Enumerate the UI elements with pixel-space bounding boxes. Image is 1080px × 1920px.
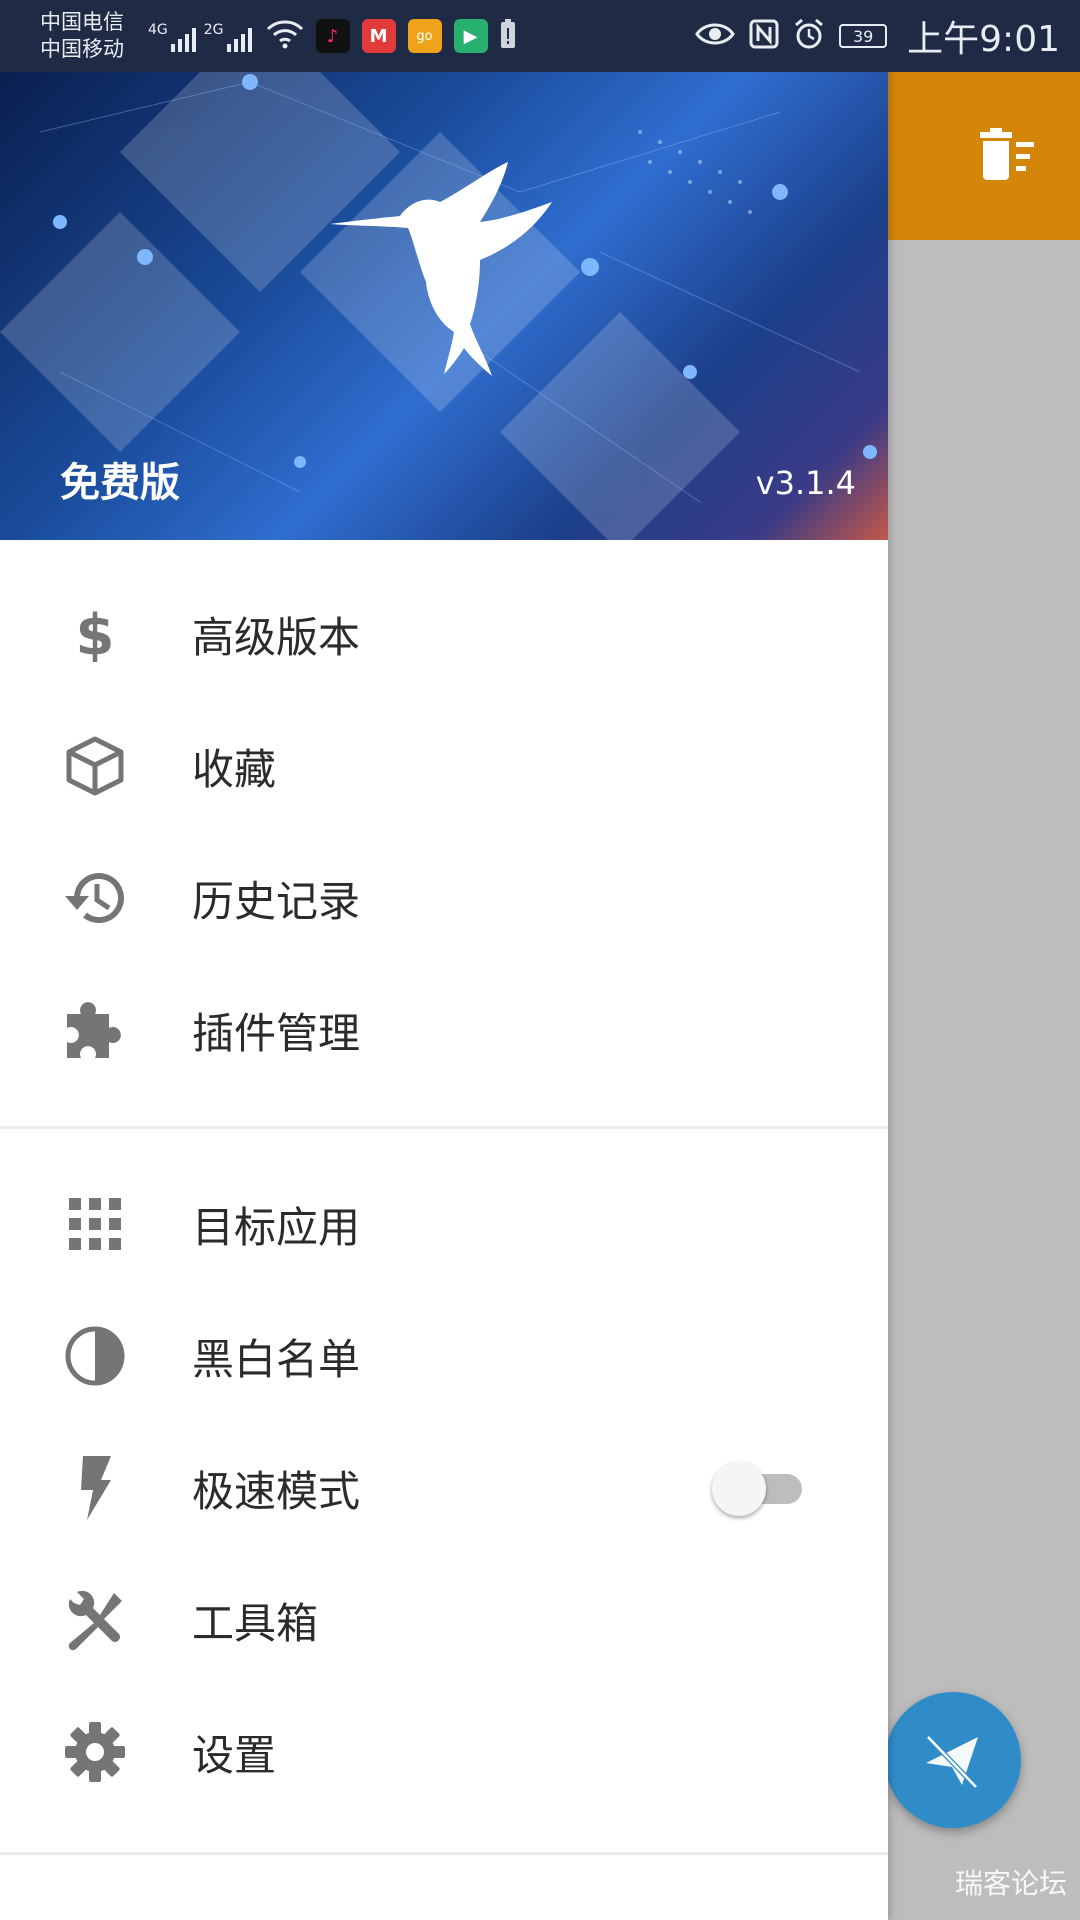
carrier-primary: 中国电信 [40, 10, 124, 34]
speed-mode-toggle[interactable] [712, 1458, 808, 1518]
menu-item-target-apps[interactable]: 目标应用 [0, 1158, 888, 1290]
app-go-icon: go [407, 19, 442, 53]
menu-item-premium[interactable]: $ 高级版本 [0, 568, 888, 700]
battery-level: 39 [852, 26, 874, 46]
puzzle-icon [62, 997, 128, 1063]
delete-sweep-icon[interactable] [976, 128, 1040, 188]
dollar-icon: $ [62, 601, 128, 667]
menu-label: 黑白名单 [192, 1334, 361, 1384]
menu-group-primary: $ 高级版本 收藏 历史记录 插件管理 [0, 568, 888, 1096]
status-clock: 上午9:01 [907, 19, 1060, 60]
edition-label: 免费版 [60, 460, 180, 506]
menu-label: 工具箱 [192, 1598, 319, 1648]
tools-icon [62, 1587, 128, 1653]
flash-icon [62, 1455, 128, 1521]
drawer-header: 免费版 v3.1.4 [0, 72, 888, 540]
signal-icon: 2G [204, 20, 252, 52]
menu-label: 极速模式 [192, 1466, 361, 1516]
menu-item-history[interactable]: 历史记录 [0, 832, 888, 964]
half-circle-icon [62, 1323, 128, 1389]
apps-grid-icon [62, 1191, 128, 1257]
navigation-drawer: 免费版 v3.1.4 $ 高级版本 收藏 历史记录 插件管理 目标应用 黑白名单… [0, 0, 888, 1920]
version-label: v3.1.4 [755, 464, 856, 502]
send-off-icon [926, 1735, 978, 1789]
menu-item-toolbox[interactable]: 工具箱 [0, 1554, 888, 1686]
menu-divider [0, 1126, 888, 1129]
menu-label: 目标应用 [192, 1202, 361, 1252]
menu-item-blacklist[interactable]: 黑白名单 [0, 1290, 888, 1422]
menu-group-secondary: 目标应用 黑白名单 极速模式 工具箱 设置 [0, 1158, 888, 1818]
status-bar: 中国电信 中国移动 4G 2G ♪ M go ▶ 39 上午9:01 [0, 0, 1080, 72]
menu-label: 收藏 [192, 744, 277, 794]
carrier-secondary: 中国移动 [40, 37, 124, 61]
status-right-group: 39 上午9:01 [695, 10, 1060, 62]
toggle-thumb [712, 1462, 766, 1516]
menu-label: 高级版本 [192, 612, 361, 662]
history-icon [62, 865, 128, 931]
nfc-icon [749, 19, 779, 53]
menu-divider [0, 1852, 888, 1855]
menu-item-plugins[interactable]: 插件管理 [0, 964, 888, 1096]
battery-icon: 39 [839, 24, 888, 48]
app-m-icon: M [361, 19, 396, 53]
gear-icon [62, 1719, 128, 1785]
svg-text:$: $ [76, 606, 115, 662]
eye-comfort-icon [695, 20, 735, 52]
hummingbird-logo [330, 162, 552, 376]
signal-icon: 4G [148, 20, 196, 52]
network-type: 4G [148, 22, 168, 38]
wifi-icon [266, 19, 304, 53]
play-icon: ▶ [453, 19, 488, 53]
carrier-names: 中国电信 中国移动 [40, 9, 140, 63]
menu-item-settings[interactable]: 设置 [0, 1686, 888, 1818]
cube-icon [62, 733, 128, 799]
menu-label: 设置 [192, 1730, 277, 1780]
battery-alert-icon [500, 19, 516, 53]
menu-item-speed-mode[interactable]: 极速模式 [0, 1422, 888, 1554]
menu-label: 插件管理 [192, 1008, 361, 1058]
send-fab-button[interactable] [885, 1692, 1021, 1828]
menu-item-favorites[interactable]: 收藏 [0, 700, 888, 832]
tiktok-icon: ♪ [315, 19, 350, 53]
alarm-icon [793, 18, 825, 54]
menu-label: 历史记录 [192, 876, 361, 926]
watermark: 瑞客论坛 [955, 1867, 1068, 1900]
network-type: 2G [203, 22, 224, 38]
